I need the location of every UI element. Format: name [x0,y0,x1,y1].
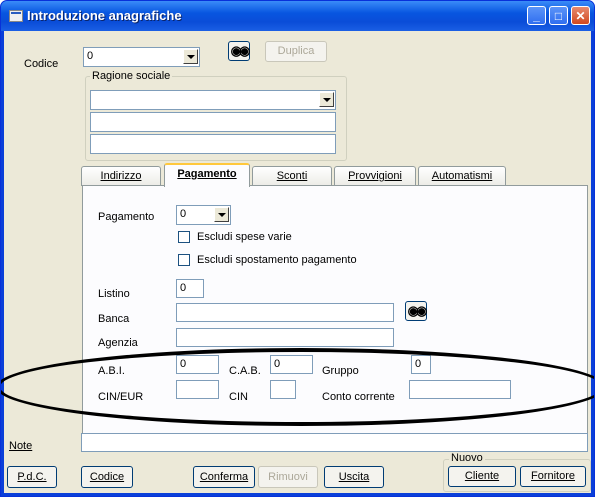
pdc-button[interactable]: P.d.C. [7,466,57,488]
duplica-button[interactable]: Duplica [265,41,327,62]
nuovo-fornitore-button[interactable]: Fornitore [520,466,586,487]
conto-corrente-field[interactable] [409,380,511,399]
nuovo-label: Nuovo [449,452,485,464]
chevron-down-icon[interactable] [183,49,198,64]
title-bar[interactable]: Introduzione anagrafiche _ □ ✕ [1,1,594,31]
tab-pagamento[interactable]: Pagamento [164,163,250,187]
cin-label: CIN [229,391,248,403]
ragione-sociale-line2[interactable] [90,112,336,132]
codice-combo[interactable]: 0 [83,47,200,67]
app-icon [9,10,23,22]
app-window: Introduzione anagrafiche _ □ ✕ Codice 0 … [0,0,595,497]
gruppo-field[interactable]: 0 [411,355,431,374]
cab-field[interactable]: 0 [270,355,313,374]
abi-label: A.B.I. [98,365,125,377]
listino-label: Listino [98,288,130,300]
tab-provvigioni[interactable]: Provvigioni [334,166,416,186]
escludi-spese-label: Escludi spese varie [197,231,292,243]
listino-field[interactable]: 0 [176,279,204,298]
codice-label: Codice [24,58,59,70]
cin-eur-field[interactable] [176,380,219,399]
uscita-button[interactable]: Uscita [324,466,384,488]
ragione-sociale-combo[interactable] [90,90,336,110]
search-codice-button[interactable]: ◉◉ [228,41,250,61]
escludi-spostamento-checkbox[interactable] [178,254,190,266]
codice-value: 0 [87,50,94,62]
note-label: Note [9,440,33,452]
binoculars-icon: ◉◉ [230,43,251,58]
gruppo-label: Gruppo [322,365,359,377]
rimuovi-button[interactable]: Rimuovi [258,466,318,488]
cab-label: C.A.B. [229,365,261,377]
close-button[interactable]: ✕ [571,6,590,25]
tab-sconti[interactable]: Sconti [252,166,332,186]
cin-eur-label: CIN/EUR [98,391,144,403]
tab-automatismi[interactable]: Automatismi [418,166,506,186]
ragione-sociale-line3[interactable] [90,134,336,154]
abi-field[interactable]: 0 [176,355,219,374]
agenzia-label: Agenzia [98,337,138,349]
pagamento-label: Pagamento [98,211,155,223]
pagamento-combo[interactable]: 0 [176,205,231,225]
note-field[interactable] [81,433,588,452]
escludi-spostamento-label: Escludi spostamento pagamento [197,254,357,266]
client-area: Codice 0 ◉◉ Duplica Ragione sociale Indi… [1,31,594,493]
chevron-down-icon[interactable] [319,92,334,107]
banca-label: Banca [98,313,130,325]
banca-field[interactable] [176,303,394,322]
ragione-sociale-label: Ragione sociale [90,70,173,82]
binoculars-icon: ◉◉ [407,303,428,318]
escludi-spese-checkbox[interactable] [178,231,190,243]
conto-corrente-label: Conto corrente [322,391,395,403]
search-banca-button[interactable]: ◉◉ [405,301,427,321]
maximize-button[interactable]: □ [549,6,568,25]
nuovo-cliente-button[interactable]: Cliente [448,466,516,487]
window-title: Introduzione anagrafiche [27,8,182,23]
cin-field[interactable] [270,380,296,399]
agenzia-field[interactable] [176,328,394,347]
minimize-button[interactable]: _ [527,6,546,25]
conferma-button[interactable]: Conferma [193,466,255,488]
codice-button[interactable]: Codice [81,466,133,488]
chevron-down-icon[interactable] [214,207,229,222]
tab-indirizzo[interactable]: Indirizzo [81,166,161,186]
